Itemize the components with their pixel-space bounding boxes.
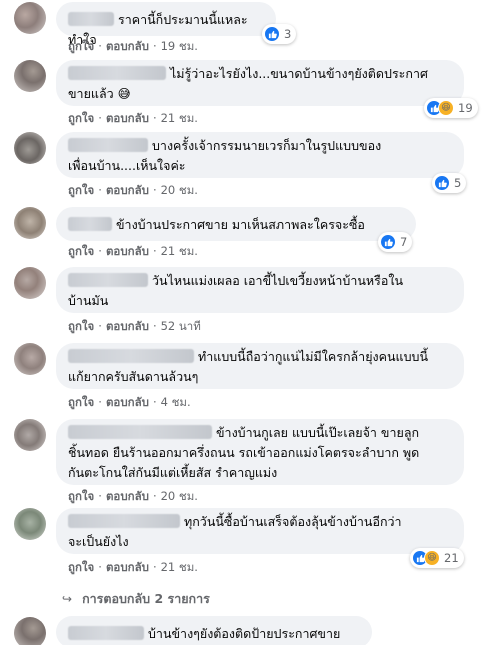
comment-text-line-3: กันตะโกนใส่กันมีแต่เหี้ยสัส รำคาญแม่ง xyxy=(68,465,278,480)
comment-bubble: วันไหนแม่งเผลอ เอาขี้ไปเขวี้ยงหน้าบ้านหร… xyxy=(56,267,464,313)
like-reaction-icon xyxy=(434,175,450,191)
comment-text-line-2: ขายแล้ว 😅 xyxy=(68,86,131,101)
reply-link[interactable]: ตอบกลับ xyxy=(106,394,149,412)
timestamp[interactable]: 21 ชม. xyxy=(161,110,198,128)
comment-text-line-2: บ้านมัน xyxy=(68,293,109,308)
commenter-name[interactable] xyxy=(68,349,194,363)
comment-text-line-2: ชิ้นทอด ยืนร้านออกมาครึ่งถนน รถเข้าออกแม… xyxy=(68,445,420,460)
avatar[interactable] xyxy=(14,207,46,239)
commenter-name[interactable] xyxy=(68,12,114,26)
timestamp[interactable]: 4 ชม. xyxy=(161,394,191,412)
like-link[interactable]: ถูกใจ xyxy=(68,394,94,412)
comment-text-line-1: ทำแบบนี้ถือว่ากูแน่ไม่มีใครกล้ายุ่งคนแบบ… xyxy=(198,349,429,364)
avatar[interactable] xyxy=(14,419,46,451)
like-link[interactable]: ถูกใจ xyxy=(68,182,94,200)
reaction-count: 3 xyxy=(284,27,292,41)
comment-meta: ถูกใจ · ตอบกลับ · 21 ชม. xyxy=(68,110,198,128)
haha-reaction-icon: 😆 xyxy=(424,550,440,566)
comment-bubble: ทุกวันนี้ซื้อบ้านเสร็จต้องลุ้นข้างบ้านอี… xyxy=(56,508,464,554)
commenter-name[interactable] xyxy=(68,626,144,640)
reaction-summary[interactable]: 7 xyxy=(378,232,413,252)
like-link[interactable]: ถูกใจ xyxy=(68,488,94,506)
comment-meta: ถูกใจ · ตอบกลับ · 20 ชม. xyxy=(68,488,198,506)
comment-meta: ถูกใจ · ตอบกลับ · 52 นาที xyxy=(68,318,201,336)
reply-arrow-icon: ↪ xyxy=(62,592,73,606)
like-link[interactable]: ถูกใจ xyxy=(68,110,94,128)
like-link[interactable]: ถูกใจ xyxy=(68,38,94,56)
avatar[interactable] xyxy=(14,617,46,645)
comment-text-line-1: ไม่รู้ว่าอะไรยังไง...ขนาดบ้านข้างๆยังติด… xyxy=(170,66,428,81)
reaction-count: 7 xyxy=(400,235,408,249)
commenter-name[interactable] xyxy=(68,514,180,528)
reply-link[interactable]: ตอบกลับ xyxy=(106,243,149,261)
reply-link[interactable]: ตอบกลับ xyxy=(106,38,149,56)
timestamp[interactable]: 21 ชม. xyxy=(161,559,198,577)
reply-link[interactable]: ตอบกลับ xyxy=(106,318,149,336)
commenter-name[interactable] xyxy=(68,66,166,80)
reaction-summary[interactable]: 😆 21 xyxy=(410,548,464,568)
commenter-name[interactable] xyxy=(68,138,148,152)
comment-bubble: ข้างบ้านกูเลย แบบนี้เป๊ะเลยจ้า ขายลูก ชิ… xyxy=(56,419,464,485)
comment-text-line-1: ทุกวันนี้ซื้อบ้านเสร็จต้องลุ้นข้างบ้านอี… xyxy=(184,514,402,529)
avatar[interactable] xyxy=(14,508,46,540)
timestamp[interactable]: 20 ชม. xyxy=(161,182,198,200)
comment-text-line-2: แก้ยากครับสันดานล้วนๆ xyxy=(68,369,199,384)
like-link[interactable]: ถูกใจ xyxy=(68,318,94,336)
comment-text: บ้านข้างๆยังต้องติดป้ายประกาศขาย xyxy=(148,626,341,641)
reply-link[interactable]: ตอบกลับ xyxy=(106,488,149,506)
comment-bubble: ข้างบ้านประกาศขาย มาเห็นสภาพละใครจะซื้อ xyxy=(56,207,416,241)
reply-link[interactable]: ตอบกลับ xyxy=(106,182,149,200)
commenter-name[interactable] xyxy=(68,217,112,231)
avatar[interactable] xyxy=(14,267,46,299)
comment-text-line-1: ข้างบ้านกูเลย แบบนี้เป๊ะเลยจ้า ขายลูก xyxy=(216,425,420,440)
comment-meta: ถูกใจ · ตอบกลับ · 21 ชม. xyxy=(68,243,198,261)
comment-bubble: ราคานี้ก็ประมานนี้แหละ ทำใจ xyxy=(56,2,276,47)
reaction-summary[interactable]: 😆 19 xyxy=(424,98,478,118)
avatar[interactable] xyxy=(14,60,46,92)
reaction-count: 19 xyxy=(458,101,473,115)
commenter-name[interactable] xyxy=(68,273,148,287)
comment-text: ข้างบ้านประกาศขาย มาเห็นสภาพละใครจะซื้อ xyxy=(116,217,365,232)
view-replies-link[interactable]: ↪ การตอบกลับ 2 รายการ xyxy=(62,589,210,609)
reply-link[interactable]: ตอบกลับ xyxy=(106,559,149,577)
comment-meta: ถูกใจ · ตอบกลับ · 21 ชม. xyxy=(68,559,198,577)
haha-reaction-icon: 😆 xyxy=(438,100,454,116)
like-reaction-icon xyxy=(380,234,396,250)
comment-text-line-2: เพื่อนบ้าน....เห็นใจค่ะ xyxy=(68,158,186,173)
reply-link[interactable]: ตอบกลับ xyxy=(106,110,149,128)
comment-bubble: บางครั้งเจ้ากรรมนายเวรก็มาในรูปแบบของ เพ… xyxy=(56,132,464,178)
avatar[interactable] xyxy=(14,343,46,375)
reaction-summary[interactable]: 5 xyxy=(432,173,467,193)
commenter-name[interactable] xyxy=(68,425,212,439)
like-link[interactable]: ถูกใจ xyxy=(68,243,94,261)
comment-bubble: ไม่รู้ว่าอะไรยังไง...ขนาดบ้านข้างๆยังติด… xyxy=(56,60,464,106)
view-replies-label: การตอบกลับ 2 รายการ xyxy=(82,591,210,606)
timestamp[interactable]: 20 ชม. xyxy=(161,488,198,506)
comment-text-line-1: วันไหนแม่งเผลอ เอาขี้ไปเขวี้ยงหน้าบ้านหร… xyxy=(152,273,404,288)
comment-text-line-2: จะเป็นยังไง xyxy=(68,534,129,549)
comment-bubble: ทำแบบนี้ถือว่ากูแน่ไม่มีใครกล้ายุ่งคนแบบ… xyxy=(56,343,464,389)
avatar[interactable] xyxy=(14,2,46,34)
avatar[interactable] xyxy=(14,132,46,164)
timestamp[interactable]: 21 ชม. xyxy=(161,243,198,261)
like-link[interactable]: ถูกใจ xyxy=(68,559,94,577)
comment-meta: ถูกใจ · ตอบกลับ · 20 ชม. xyxy=(68,182,198,200)
comment-text-line-1: บางครั้งเจ้ากรรมนายเวรก็มาในรูปแบบของ xyxy=(152,138,382,153)
reaction-count: 21 xyxy=(444,551,459,565)
reaction-summary[interactable]: 3 xyxy=(262,24,297,44)
comment-meta: ถูกใจ · ตอบกลับ · 19 ชม. xyxy=(68,38,198,56)
timestamp[interactable]: 52 นาที xyxy=(161,318,201,336)
like-reaction-icon xyxy=(264,26,280,42)
comment-bubble: บ้านข้างๆยังต้องติดป้ายประกาศขาย xyxy=(56,616,372,645)
reaction-count: 5 xyxy=(454,176,462,190)
timestamp[interactable]: 19 ชม. xyxy=(161,38,198,56)
comment-meta: ถูกใจ · ตอบกลับ · 4 ชม. xyxy=(68,394,191,412)
